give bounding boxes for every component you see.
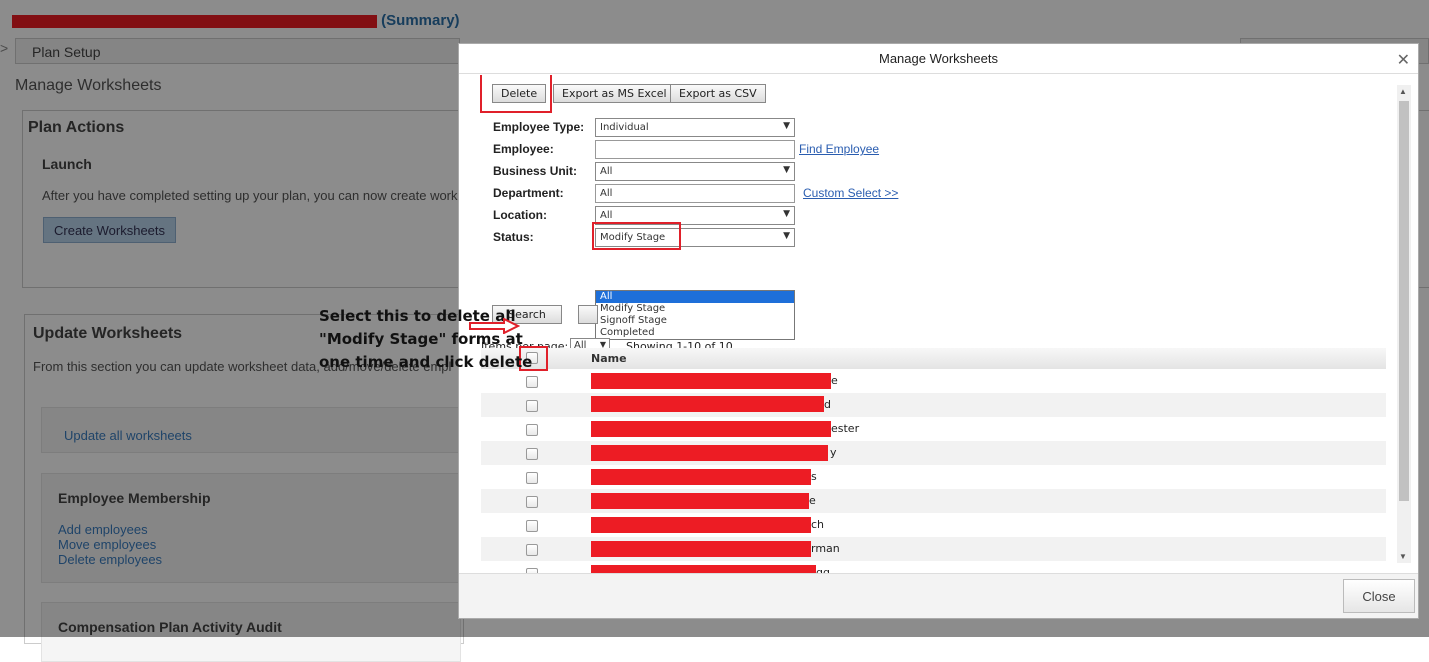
table-row: d [481,393,1386,417]
table-row: s [481,465,1386,489]
dropdown-caret-icon: ▼ [783,231,790,241]
row-name-tail: s [811,470,817,483]
location-label: Location: [493,208,547,222]
find-employee-link[interactable]: Find Employee [799,142,879,156]
row-name-tail: ester [831,422,860,435]
status-option-all[interactable]: All [596,291,794,303]
row-name-tail: rman [811,542,840,555]
business-unit-select[interactable]: All ▼ [595,162,795,181]
employee-label: Employee: [493,142,554,156]
row-checkbox[interactable] [526,448,538,460]
employee-input[interactable] [595,140,795,159]
redacted-name [591,541,811,557]
dialog-footer: Close [459,573,1418,618]
scroll-down-icon[interactable]: ▼ [1399,552,1407,561]
table-row: e [481,489,1386,513]
row-name-tail: y [830,446,837,459]
redacted-name [591,493,809,509]
dialog-title: Manage Worksheets [459,44,1418,74]
close-button[interactable]: Close [1343,579,1415,613]
status-highlight-box [592,222,681,250]
arrow-right-icon [469,318,520,334]
annotation-note: Select this to delete all "Modify Stage"… [319,307,533,371]
vertical-scrollbar[interactable]: ▲ ▼ [1397,85,1411,563]
department-input[interactable]: All [595,184,795,203]
row-name-tail: ch [811,518,825,531]
redacted-name [591,517,811,533]
status-dropdown-list: All Modify Stage Signoff Stage Completed [595,290,795,340]
row-name-tail: d [824,398,831,411]
custom-select-link[interactable]: Custom Select >> [803,186,898,200]
redacted-name [591,445,828,461]
status-label: Status: [493,230,534,244]
department-label: Department: [493,186,564,200]
row-checkbox[interactable] [526,544,538,556]
reset-button[interactable] [578,305,598,324]
export-excel-button[interactable]: Export as MS Excel [553,84,676,103]
table-header: Name [481,348,1386,369]
row-checkbox[interactable] [526,520,538,532]
table-row: y [481,441,1386,465]
export-csv-button[interactable]: Export as CSV [670,84,766,103]
table-row: ester [481,417,1386,441]
row-checkbox[interactable] [526,472,538,484]
employee-type-label: Employee Type: [493,120,585,134]
status-option-signoff[interactable]: Signoff Stage [596,315,794,327]
redacted-name [591,396,824,412]
scroll-up-icon[interactable]: ▲ [1399,87,1407,96]
dropdown-caret-icon: ▼ [783,165,790,175]
business-unit-label: Business Unit: [493,164,578,178]
redacted-name [591,373,831,389]
row-checkbox[interactable] [526,424,538,436]
dropdown-caret-icon: ▼ [783,209,790,219]
delete-button[interactable]: Delete [492,84,547,103]
row-checkbox[interactable] [526,496,538,508]
status-option-modify[interactable]: Modify Stage [596,303,794,315]
manage-worksheets-dialog: Manage Worksheets ✕ Delete Export as MS … [458,43,1419,619]
table-row: rman [481,537,1386,561]
redacted-name [591,421,831,437]
name-column-header: Name [591,352,627,365]
table-row: e [481,369,1386,393]
row-name-tail: e [809,494,816,507]
table-row: ch [481,513,1386,537]
scrollbar-thumb[interactable] [1399,101,1409,501]
employee-type-select[interactable]: Individual ▼ [595,118,795,137]
close-icon[interactable]: ✕ [1397,50,1410,70]
row-name-tail: e [831,374,838,387]
redacted-name [591,469,811,485]
row-checkbox[interactable] [526,400,538,412]
status-option-completed[interactable]: Completed [596,327,794,339]
dialog-body: Delete Export as MS Excel Export as CSV … [459,75,1399,575]
dropdown-caret-icon: ▼ [783,121,790,131]
row-checkbox[interactable] [526,376,538,388]
